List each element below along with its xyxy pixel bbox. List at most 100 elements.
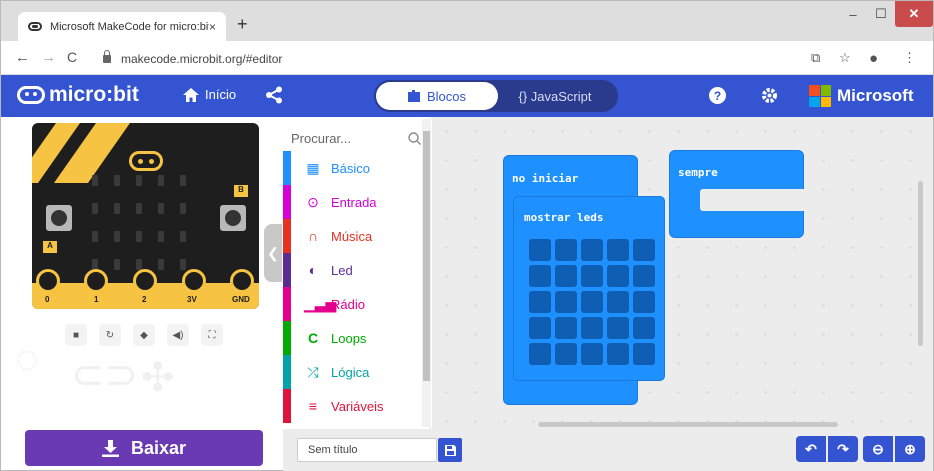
zoom-out-icon: ⊖ (872, 440, 884, 457)
category-radio[interactable]: ▁▃▅ Rádio (283, 287, 423, 321)
profile-icon[interactable]: ● (869, 50, 878, 67)
microbit-logo[interactable]: micro:bit (17, 83, 139, 107)
fullscreen-icon[interactable]: ⛶ (201, 324, 223, 346)
home-icon (183, 87, 199, 102)
window-controls: – ☐ ✕ (839, 1, 933, 27)
home-button[interactable]: Início (183, 87, 236, 102)
pin-3v[interactable] (182, 269, 206, 293)
microbit-face-icon (129, 151, 163, 171)
workspace-vertical-scrollbar[interactable] (918, 181, 923, 346)
lock-icon (103, 50, 111, 63)
help-icon[interactable]: ? (709, 87, 726, 104)
maximize-icon[interactable]: ☐ (867, 1, 895, 27)
target-icon: ⊙ (307, 193, 319, 210)
undo-button[interactable]: ↶ (796, 436, 826, 462)
workspace-horizontal-scrollbar[interactable] (538, 422, 838, 427)
back-button[interactable]: ← (15, 49, 30, 66)
microbit-board[interactable]: A B 0 1 2 3V GND (32, 123, 259, 309)
led-grid-editor[interactable] (529, 239, 655, 365)
gear-icon[interactable] (761, 87, 778, 104)
menu-icon[interactable]: ⋮ (903, 50, 916, 66)
category-label: Entrada (331, 194, 377, 210)
browser-tab[interactable]: Microsoft MakeCode for micro:bit × (18, 12, 226, 41)
simulator-pane: ◌ ⊂⊃ ✣ A B 0 1 2 3V GND ■ ↻ ◆ ◀) ⛶ (1, 117, 283, 467)
download-icon (101, 439, 119, 457)
button-a-label: A (43, 241, 57, 253)
blocks-tab[interactable]: Blocos (376, 82, 498, 110)
reload-button[interactable]: C (67, 49, 77, 65)
category-music[interactable]: ∩ Música (283, 219, 423, 253)
url-field[interactable]: makecode.microbit.org/#editor (103, 48, 843, 70)
category-variables[interactable]: ≡ Variáveis (283, 389, 423, 423)
forever-block[interactable]: sempre (669, 150, 804, 238)
slowmo-icon[interactable]: ◆ (133, 324, 155, 346)
category-loops[interactable]: C Loops (283, 321, 423, 355)
zoom-in-button[interactable]: ⊕ (895, 436, 925, 462)
background-decoration: ✣ (141, 356, 175, 400)
svg-text:?: ? (714, 89, 721, 103)
microsoft-squares-icon (809, 85, 831, 107)
redo-button[interactable]: ↷ (828, 436, 858, 462)
browser-window: Microsoft MakeCode for micro:bit × + – ☐… (0, 0, 934, 471)
category-basic[interactable]: ▦ Básico (283, 151, 423, 185)
category-input[interactable]: ⊙ Entrada (283, 185, 423, 219)
download-label: Baixar (130, 437, 187, 458)
microbit-logo-icon (17, 86, 45, 104)
category-label: Loops (331, 330, 367, 346)
category-logic[interactable]: ⤮ Lógica (283, 355, 423, 389)
microbit-favicon-icon (28, 22, 42, 31)
share-icon[interactable] (265, 86, 283, 104)
restart-icon[interactable]: ↻ (99, 324, 121, 346)
mute-icon[interactable]: ◀) (167, 324, 189, 346)
tab-close-icon[interactable]: × (209, 20, 216, 34)
headphones-icon: ∩ (307, 228, 319, 244)
toolbox-search[interactable]: Procurar... (291, 125, 421, 151)
zoom-out-button[interactable]: ⊖ (863, 436, 893, 462)
category-label: Música (331, 228, 373, 244)
pin-label: 1 (94, 295, 99, 304)
toolbox-scrollbar[interactable] (422, 119, 431, 427)
shuffle-icon: ⤮ (307, 363, 319, 380)
pin-0[interactable] (36, 269, 60, 293)
category-led[interactable]: ◐ Led (283, 253, 423, 287)
button-a[interactable] (46, 205, 72, 231)
button-b[interactable] (220, 205, 246, 231)
star-icon[interactable]: ☆ (839, 50, 851, 66)
puzzle-icon (407, 90, 420, 102)
blocks-label: Blocos (426, 88, 467, 104)
new-tab-button[interactable]: + (237, 15, 248, 33)
collapse-simulator-button[interactable]: ❮ (264, 224, 282, 282)
project-name-input[interactable]: Sem título (297, 438, 437, 462)
javascript-tab[interactable]: {} JavaScript (494, 82, 616, 110)
download-button[interactable]: Baixar (25, 430, 263, 466)
show-leds-block[interactable]: mostrar leds (513, 196, 665, 381)
background-decoration: ⊂⊃ (71, 353, 139, 397)
editor-footer: Sem título ↶ ↷ ⊖ ⊕ (283, 429, 933, 471)
close-window-icon[interactable]: ✕ (895, 1, 933, 27)
on-start-label: no iniciar (512, 172, 579, 185)
pin-2[interactable] (133, 269, 157, 293)
show-leds-label: mostrar leds (524, 211, 604, 224)
category-label: Variáveis (331, 398, 384, 414)
save-button[interactable] (438, 438, 462, 462)
list-icon: ≡ (308, 398, 318, 414)
forward-button[interactable]: → (41, 49, 56, 66)
category-label: Rádio (331, 296, 365, 312)
redo-icon: ↷ (837, 440, 849, 457)
pin-gnd[interactable] (230, 269, 254, 293)
category-label: Lógica (331, 364, 370, 380)
minimize-icon[interactable]: – (839, 1, 867, 27)
forever-label: sempre (678, 166, 718, 179)
toolbox: Procurar... ▦ Básico ⊙ Entrada ∩ Música … (283, 117, 431, 429)
translate-icon[interactable]: ⧉ (811, 50, 820, 66)
pin-label: GND (232, 295, 250, 304)
edge-connector: 0 1 2 3V GND (32, 269, 259, 309)
microsoft-logo[interactable]: Microsoft (809, 85, 914, 107)
pin-1[interactable] (84, 269, 108, 293)
simulator-controls: ■ ↻ ◆ ◀) ⛶ (65, 324, 223, 346)
blocks-workspace[interactable]: no iniciar mostrar leds sempre (432, 117, 933, 429)
makecode-header: micro:bit Início Blocos {} JavaScript ? … (1, 75, 933, 117)
search-icon (408, 131, 421, 145)
editor-toggle: Blocos {} JavaScript (374, 80, 618, 112)
stop-icon[interactable]: ■ (65, 324, 87, 346)
